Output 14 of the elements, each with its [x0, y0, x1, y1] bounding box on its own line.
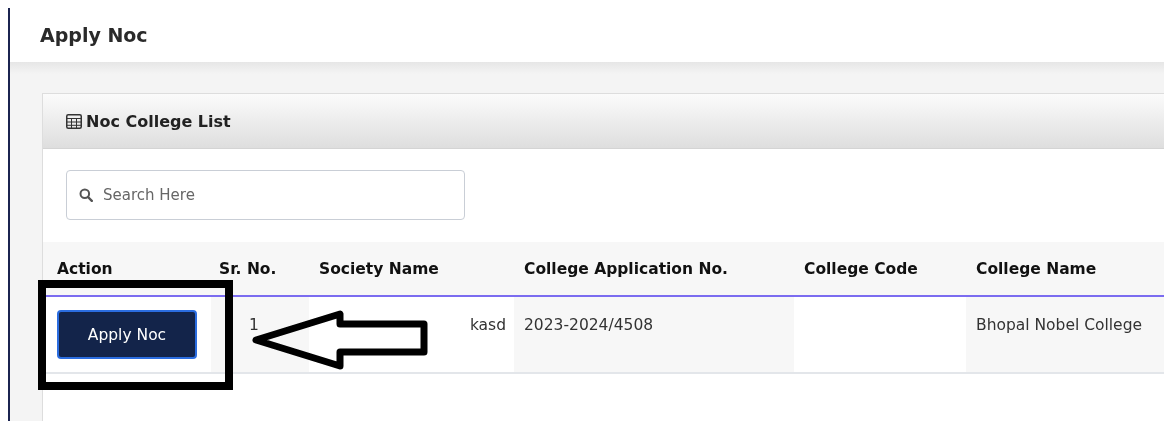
table-cell: Bhopal Nobel College — [976, 316, 1143, 334]
table-cell: 1 — [249, 316, 259, 334]
column-header: College Name — [966, 242, 1164, 296]
page-title: Apply Noc — [40, 24, 148, 46]
card-title: Noc College List — [86, 111, 231, 131]
apply-button[interactable]: Apply Noc — [57, 310, 197, 359]
search-field[interactable]: Search Here — [66, 170, 465, 220]
table-cell: 2023-2024/4508 — [524, 316, 654, 334]
column-header: College Application No. — [514, 242, 794, 296]
column-header: Society Name — [309, 242, 514, 296]
table-icon — [66, 113, 82, 129]
column-header: College Code — [794, 242, 966, 296]
table-cell: kasd — [469, 316, 506, 334]
column-header: Sr. No. — [211, 242, 309, 296]
